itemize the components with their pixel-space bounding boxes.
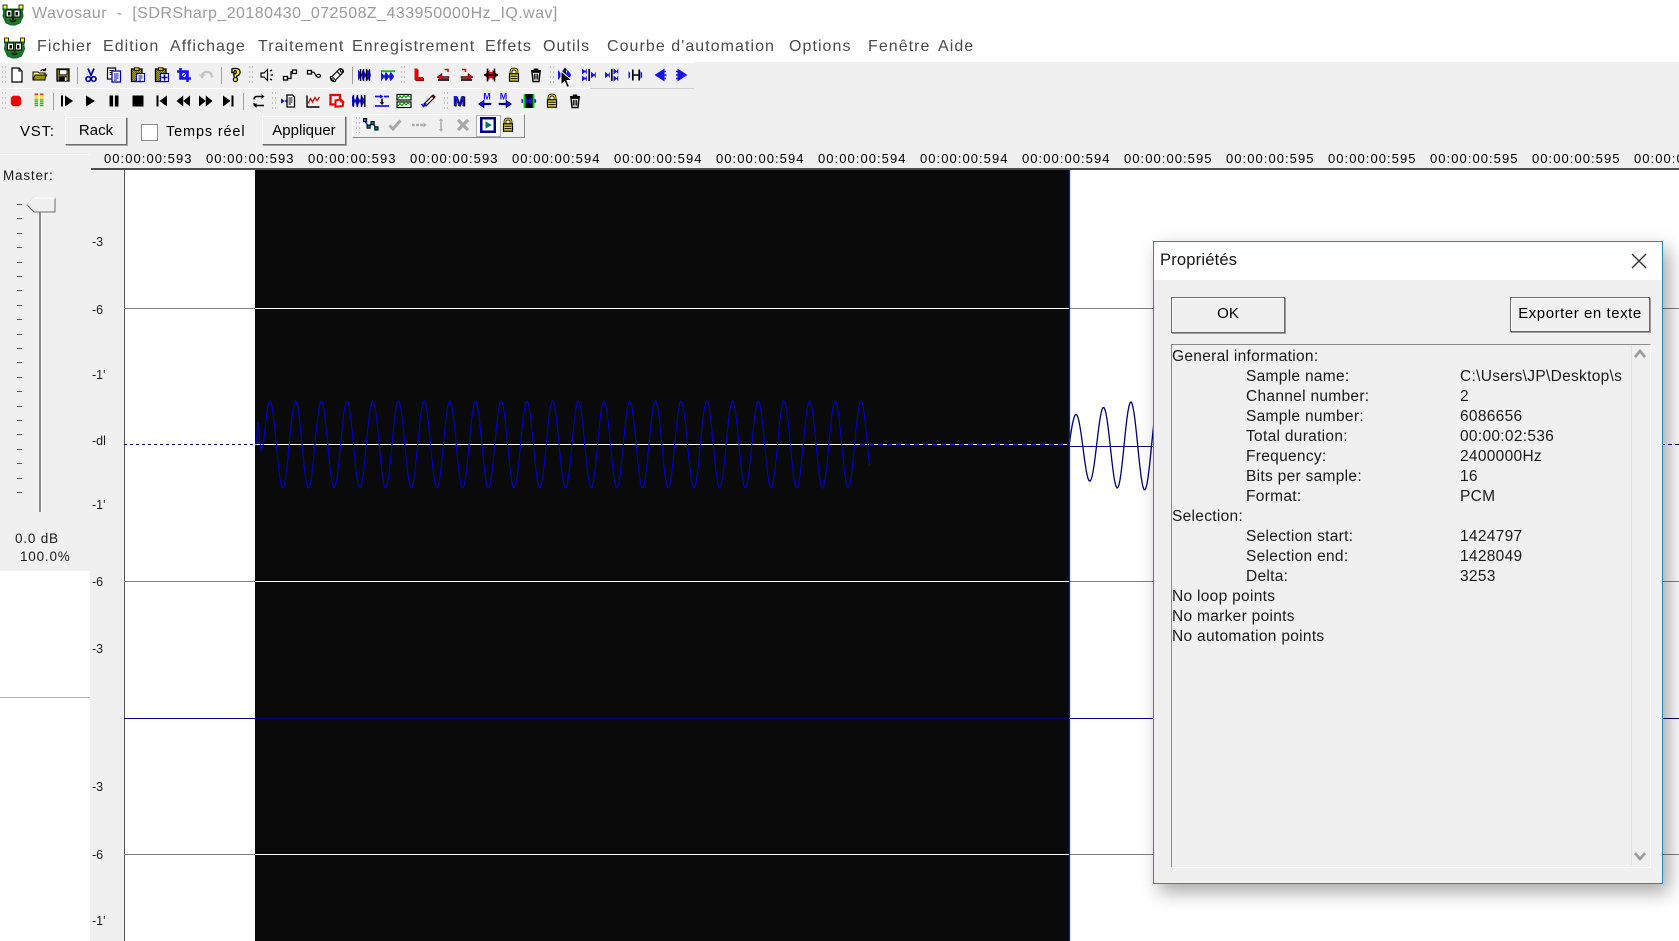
svg-text:M: M [483,93,491,102]
svg-text:?: ? [232,67,241,83]
svg-text:M: M [453,93,466,109]
